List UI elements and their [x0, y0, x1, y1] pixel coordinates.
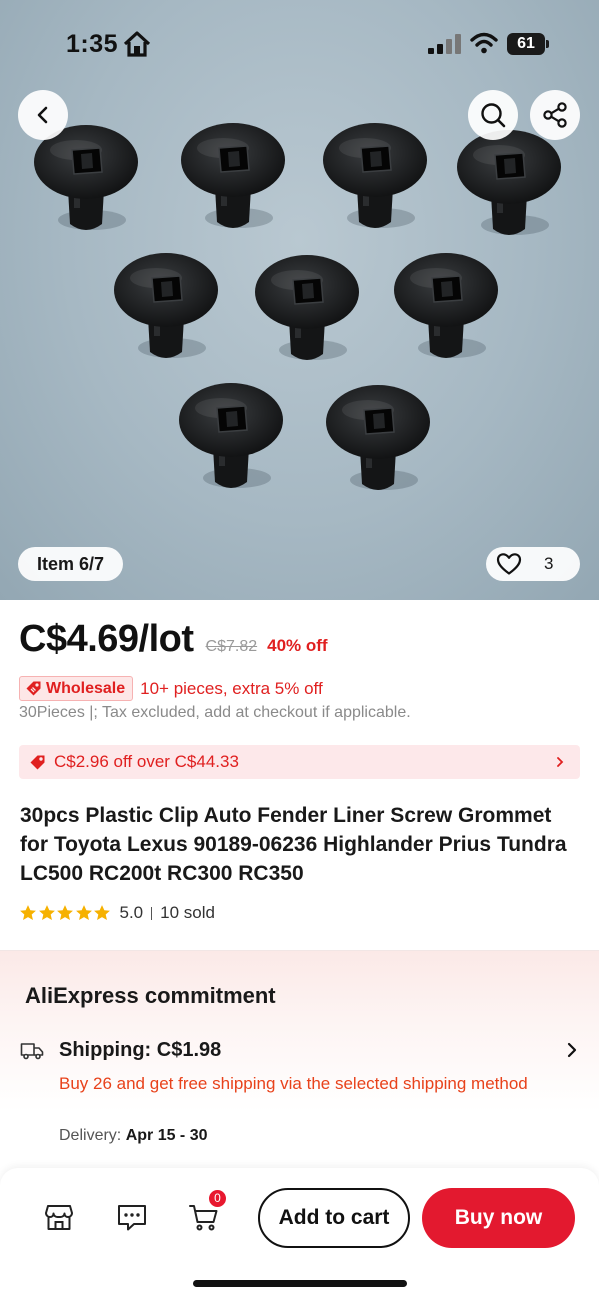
home-icon [123, 31, 151, 57]
buy-now-button[interactable]: Buy now [422, 1188, 575, 1248]
back-icon [37, 106, 48, 124]
shipping-chevron-icon[interactable] [566, 1042, 578, 1058]
wifi-icon [470, 32, 498, 54]
search-button[interactable] [468, 90, 518, 140]
delivery-label: Delivery: [59, 1127, 122, 1144]
shipping-promo: Buy 26 and get free shipping via the sel… [59, 1074, 528, 1093]
share-button[interactable] [530, 90, 580, 140]
search-icon [481, 103, 506, 128]
signal-icon [428, 34, 461, 54]
price-row: C$4.69 /lot C$7.82 40% off [19, 618, 328, 668]
star-icon [57, 905, 73, 921]
current-price: C$4.69 [19, 618, 139, 660]
cart-count-badge: 0 [207, 1188, 228, 1209]
price-unit: /lot [138, 618, 194, 660]
battery-indicator: 61 [507, 33, 549, 55]
fastener-clip [323, 123, 427, 228]
sold-count: 10 sold [160, 903, 215, 922]
star-icon [20, 905, 36, 921]
rating-value: 5.0 [119, 903, 144, 922]
star-icon [75, 905, 92, 921]
wholesale-badge-label: Wholesale [46, 679, 126, 697]
coupon-text: C$2.96 off over C$44.33 [54, 752, 239, 771]
fastener-clip [326, 385, 430, 490]
fastener-clip [255, 255, 359, 360]
coupon-banner[interactable]: C$2.96 off over C$44.33 [19, 745, 580, 779]
wishlist-button[interactable]: 3 [486, 547, 580, 581]
delivery-dates: Apr 15 - 30 [125, 1127, 208, 1144]
original-price: C$7.82 [205, 638, 258, 655]
battery-tip [546, 40, 549, 48]
store-icon[interactable] [43, 1201, 75, 1233]
shipping-cost[interactable]: Shipping: C$1.98 [59, 1039, 221, 1062]
coupon-tag-icon [30, 755, 45, 769]
status-bar: 1:35 61 [0, 0, 599, 88]
fastener-clip [457, 130, 561, 235]
like-count: 3 [544, 554, 554, 573]
back-button[interactable] [18, 90, 68, 140]
wholesale-offer: 10+ pieces, extra 5% off [140, 678, 323, 698]
delivery-estimate: Delivery: Apr 15 - 30 [59, 1127, 208, 1145]
star-icon [94, 905, 110, 921]
rating-stars [19, 904, 112, 922]
heart-icon [496, 553, 522, 575]
rating-row[interactable]: 5.0 10 sold [19, 902, 215, 924]
home-indicator [193, 1280, 407, 1287]
share-icon [543, 102, 567, 128]
chevron-right-icon [557, 757, 564, 767]
add-to-cart-button[interactable]: Add to cart [258, 1188, 410, 1248]
discount-label: 40% off [267, 636, 328, 655]
fastener-clip [34, 125, 138, 230]
fastener-clip [114, 253, 218, 358]
tax-note: 30Pieces |; Tax excluded, add at checkou… [19, 704, 411, 721]
wholesale-badge: Wholesale [19, 676, 134, 701]
product-image-gallery[interactable]: 1:35 61 Item 6/7 3 [0, 0, 599, 600]
truck-icon [20, 1043, 44, 1060]
fastener-clip [181, 123, 285, 228]
commitment-title: AliExpress commitment [25, 983, 276, 1008]
wholesale-row: Wholesale 10+ pieces, extra 5% off [19, 676, 323, 701]
tag-icon [26, 681, 41, 696]
battery-level: 61 [507, 33, 545, 55]
star-icon [38, 905, 55, 921]
status-time: 1:35 [66, 30, 119, 58]
rating-divider [151, 906, 153, 920]
image-counter: Item 6/7 [18, 547, 124, 581]
fastener-clip [394, 253, 498, 358]
product-photo [34, 123, 561, 490]
chat-icon[interactable] [116, 1201, 148, 1233]
product-title: 30pcs Plastic Clip Auto Fender Liner Scr… [20, 804, 567, 885]
fastener-clip [179, 383, 283, 488]
